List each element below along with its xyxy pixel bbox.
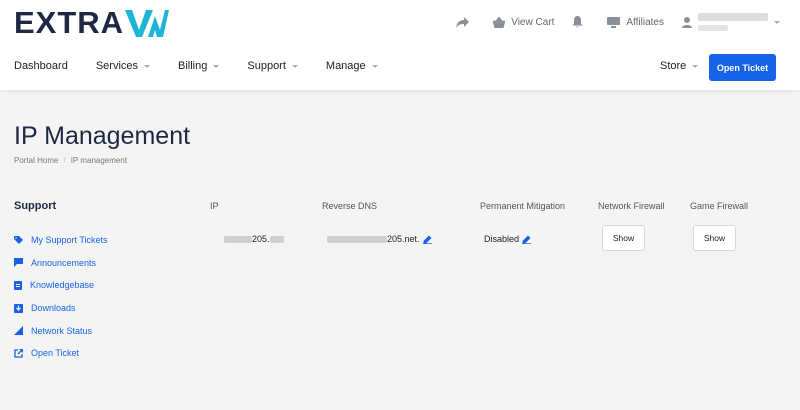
- share-icon: [456, 16, 470, 28]
- mitigation-value: Disabled: [484, 234, 520, 244]
- announcement-icon: [14, 258, 23, 268]
- user-icon: [682, 16, 692, 28]
- logo-vm-mark: [125, 10, 170, 37]
- ip-redacted: [269, 235, 284, 243]
- network-firewall-show-button[interactable]: Show: [602, 225, 645, 251]
- logo-text: EXTRA: [14, 5, 125, 40]
- sidebar-item-label: Open Ticket: [31, 348, 80, 359]
- sidebar-item-open-ticket[interactable]: Open Ticket: [14, 342, 108, 365]
- breadcrumb: Portal Home / IP management: [14, 156, 127, 165]
- main-nav: Dashboard Services Billing Support Manag…: [14, 60, 406, 72]
- game-firewall-show-button[interactable]: Show: [693, 225, 736, 251]
- sidebar-item-label: My Support Tickets: [31, 235, 108, 246]
- breadcrumb-separator: /: [63, 156, 66, 165]
- nav-item-manage[interactable]: Manage: [326, 60, 378, 72]
- sidebar-title: Support: [14, 200, 57, 212]
- top-links: View Cart Affiliates: [438, 12, 780, 32]
- edit-icon[interactable]: [522, 235, 532, 244]
- column-header-network-firewall: Network Firewall: [598, 201, 665, 211]
- ip-cell: 205.: [224, 234, 284, 244]
- reverse-dns-cell: 205.net.: [327, 234, 432, 244]
- nav-item-billing[interactable]: Billing: [178, 60, 220, 72]
- ip-value: 205.: [252, 234, 270, 244]
- account-name: [698, 13, 768, 31]
- column-header-permanent-mitigation: Permanent Mitigation: [480, 201, 566, 211]
- nav-item-support[interactable]: Support: [247, 60, 298, 72]
- sidebar-item-label: Network Status: [31, 325, 93, 336]
- header: EXTRA View Cart Affiliates Dashboard Ser…: [0, 0, 800, 90]
- reverse-dns-value: 205.net.: [387, 234, 420, 244]
- nav-item-label: Services: [95, 60, 139, 72]
- nav-item-label: Support: [247, 60, 286, 72]
- affiliates-label: Affiliates: [626, 16, 664, 28]
- share-link[interactable]: [456, 16, 475, 28]
- nav-item-label: Billing: [178, 60, 208, 72]
- account-name-redacted: [698, 13, 768, 21]
- sidebar-item-my-support-tickets[interactable]: My Support Tickets: [14, 229, 108, 252]
- open-ticket-button[interactable]: Open Ticket: [709, 54, 776, 81]
- sidebar-item-label: Announcements: [31, 257, 97, 268]
- account-menu[interactable]: [682, 13, 780, 31]
- chevron-down-icon: [144, 64, 151, 68]
- edit-icon[interactable]: [422, 235, 432, 244]
- rdns-redacted: [327, 235, 387, 243]
- sidebar-menu: My Support Tickets Announcements Knowled…: [14, 229, 108, 365]
- chevron-down-icon: [371, 64, 378, 68]
- sidebar-item-network-status[interactable]: Network Status: [14, 319, 108, 342]
- ip-redacted: [224, 235, 252, 243]
- breadcrumb-current: IP management: [70, 156, 128, 165]
- nav-item-services[interactable]: Services: [95, 60, 151, 72]
- monitor-icon: [607, 16, 621, 28]
- sidebar-item-label: Knowledgebase: [30, 280, 95, 291]
- breadcrumb-home-link[interactable]: Portal Home: [14, 156, 58, 165]
- nav-item-store[interactable]: Store: [660, 60, 699, 72]
- signal-icon: [14, 326, 23, 336]
- chevron-down-icon: [774, 20, 780, 24]
- page-title: IP Management: [14, 122, 191, 150]
- nav-item-label: Store: [660, 60, 687, 72]
- sidebar-item-label: Downloads: [31, 303, 76, 314]
- external-link-icon: [14, 348, 23, 358]
- column-header-reverse-dns: Reverse DNS: [322, 201, 378, 211]
- chevron-down-icon: [291, 64, 298, 68]
- sidebar-item-announcements[interactable]: Announcements: [14, 252, 108, 275]
- chevron-down-icon: [213, 64, 220, 68]
- column-header-ip: IP: [210, 201, 219, 211]
- sidebar-item-knowledgebase[interactable]: Knowledgebase: [14, 274, 108, 297]
- account-sub-redacted: [698, 25, 728, 31]
- nav-item-label: Dashboard: [14, 60, 68, 72]
- bell-icon: [572, 16, 584, 28]
- view-cart-label: View Cart: [511, 16, 555, 28]
- notifications-link[interactable]: [572, 16, 589, 28]
- column-header-game-firewall: Game Firewall: [690, 201, 749, 211]
- basket-icon: [493, 16, 506, 28]
- sidebar-item-downloads[interactable]: Downloads: [14, 297, 108, 320]
- book-icon: [14, 280, 22, 290]
- nav-item-dashboard[interactable]: Dashboard: [14, 60, 68, 72]
- affiliates-link[interactable]: Affiliates: [607, 16, 664, 28]
- download-icon: [14, 303, 23, 313]
- logo[interactable]: EXTRA: [14, 5, 170, 40]
- mitigation-cell: Disabled: [484, 234, 532, 244]
- view-cart-link[interactable]: View Cart: [493, 16, 555, 28]
- chevron-down-icon: [692, 64, 699, 68]
- nav-item-label: Manage: [325, 60, 366, 72]
- ticket-icon: [14, 235, 23, 244]
